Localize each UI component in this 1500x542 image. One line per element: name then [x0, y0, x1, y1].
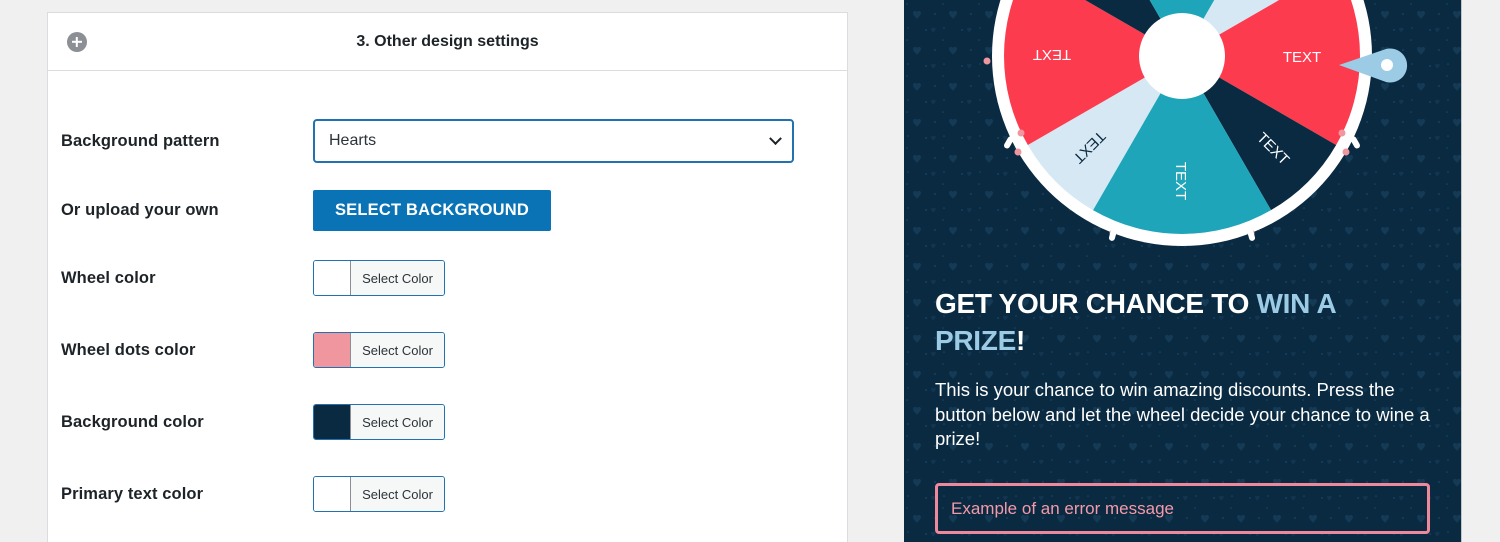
upload-row: Or upload your own SELECT BACKGROUND — [61, 190, 551, 231]
background-color-label: Background color — [61, 412, 204, 431]
upload-label: Or upload your own — [61, 201, 219, 219]
wheel-color-button[interactable]: Select Color — [351, 261, 444, 295]
wheel-dots-color-button[interactable]: Select Color — [351, 333, 444, 367]
segment-label: TEXT — [1283, 49, 1321, 66]
primary-text-color-button[interactable]: Select Color — [351, 477, 444, 511]
prize-wheel[interactable]: TEXT TEXT TEXT TEXT TEXT — [904, 0, 1461, 280]
section-title: 3. Other design settings — [356, 32, 539, 50]
primary-text-color-row: Primary text color Select Color — [61, 476, 445, 512]
background-pattern-label: Background pattern — [61, 131, 220, 150]
wheel-color-label: Wheel color — [61, 268, 156, 287]
primary-text-color-swatch — [314, 477, 351, 511]
plus-circle-icon[interactable] — [67, 32, 87, 52]
wheel-color-picker[interactable]: Select Color — [313, 260, 445, 296]
wheel-color-row: Wheel color Select Color — [61, 260, 445, 296]
wheel-hub — [1139, 13, 1225, 99]
preview-headline: GET YOUR CHANCE TO WIN A PRIZE! — [935, 285, 1405, 359]
wheel-dots-color-picker[interactable]: Select Color — [313, 332, 445, 368]
headline-end: ! — [1015, 325, 1025, 356]
wheel-dot — [1017, 129, 1025, 137]
background-color-swatch — [314, 405, 351, 439]
wheel-color-swatch — [314, 261, 351, 295]
background-pattern-row: Background pattern Hearts — [61, 119, 794, 163]
error-message: Example of an error message — [935, 483, 1430, 534]
wheel-dot — [1014, 148, 1022, 156]
settings-panel: 3. Other design settings Background patt… — [47, 12, 848, 542]
background-color-row: Background color Select Color — [61, 404, 445, 440]
segment-label: TEXT — [1172, 162, 1189, 200]
wheel-dot — [1338, 129, 1346, 137]
headline-text: GET YOUR CHANCE TO — [935, 288, 1257, 319]
wheel-dot — [983, 57, 991, 65]
chevron-down-icon — [769, 131, 782, 145]
segment-label: TEXT — [1033, 46, 1071, 63]
wheel-dots-color-swatch — [314, 333, 351, 367]
section-header[interactable]: 3. Other design settings — [48, 13, 847, 71]
background-pattern-value: Hearts — [329, 132, 377, 149]
background-pattern-select[interactable]: Hearts — [313, 119, 794, 163]
wheel-dots-color-label: Wheel dots color — [61, 340, 196, 359]
wheel-dots-color-row: Wheel dots color Select Color — [61, 332, 445, 368]
background-color-button[interactable]: Select Color — [351, 405, 444, 439]
preview-body-text: This is your chance to win amazing disco… — [935, 379, 1430, 449]
wheel-preview: TEXT TEXT TEXT TEXT TEXT GET YOUR CHANCE… — [904, 0, 1461, 542]
primary-text-color-picker[interactable]: Select Color — [313, 476, 445, 512]
primary-text-color-label: Primary text color — [61, 484, 204, 503]
select-background-button[interactable]: SELECT BACKGROUND — [313, 190, 551, 231]
wheel-dot — [1342, 148, 1350, 156]
divider — [1461, 0, 1462, 542]
background-color-picker[interactable]: Select Color — [313, 404, 445, 440]
